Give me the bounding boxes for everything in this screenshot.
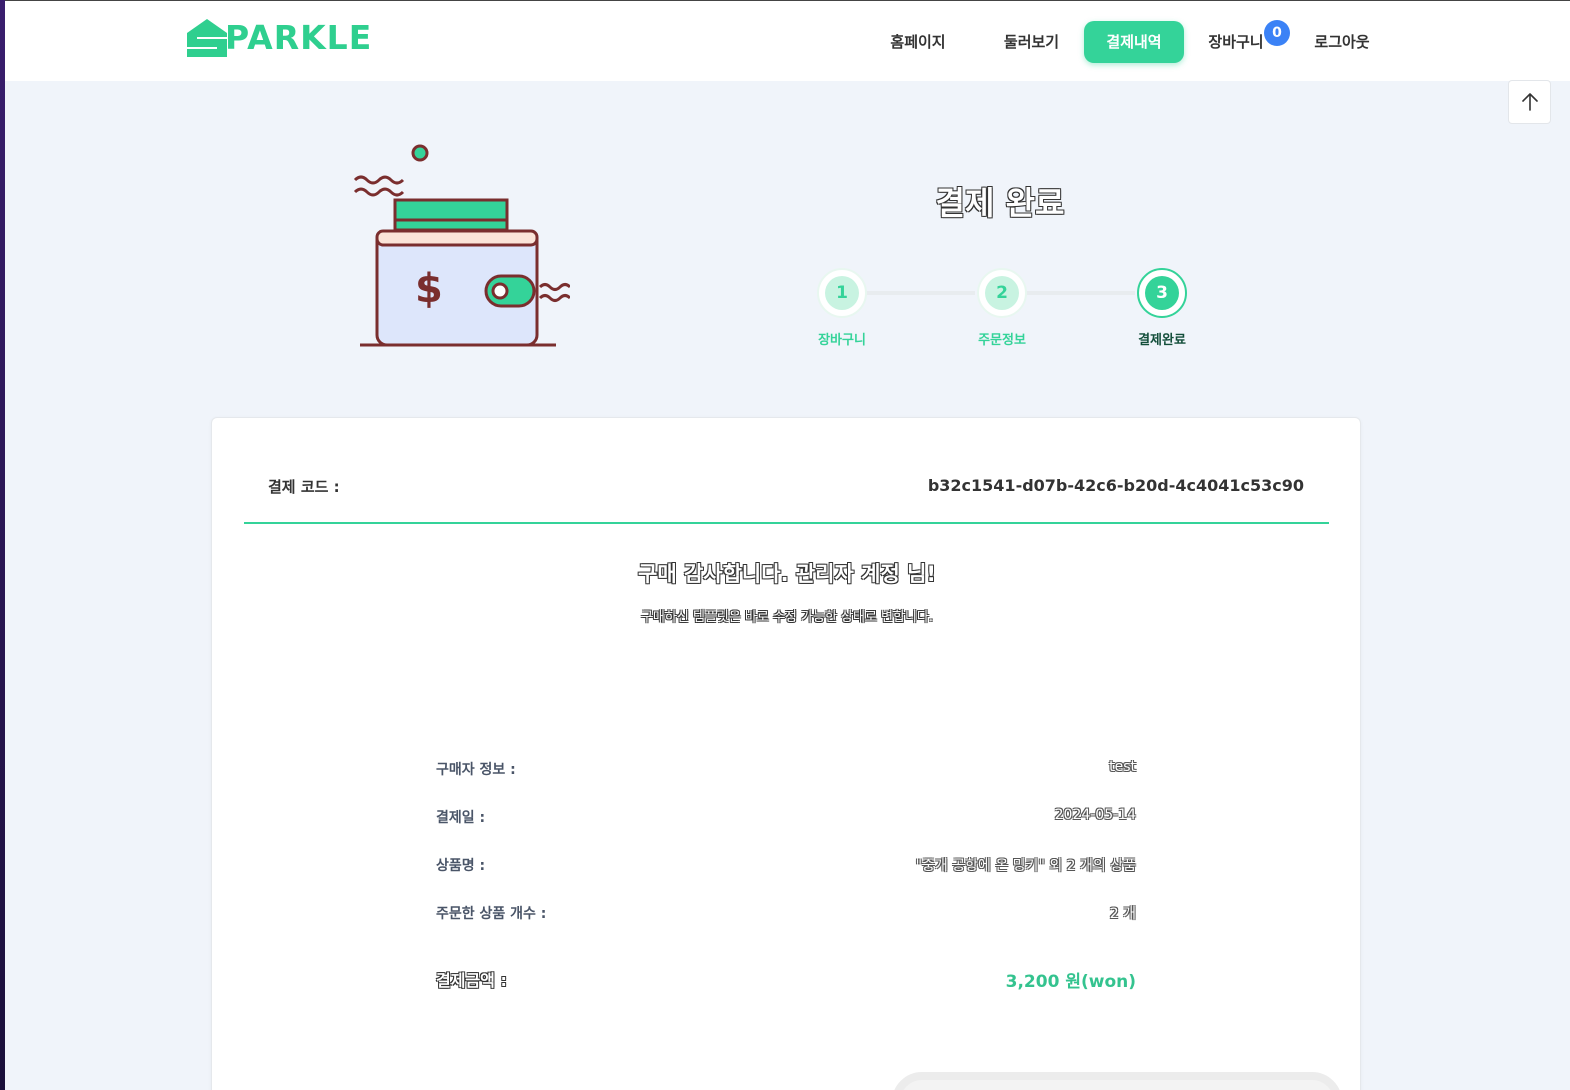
date-label: 결제일 : — [436, 810, 486, 826]
buyer-row: 구매자 정보 : test — [436, 759, 1136, 781]
step-connector — [1025, 291, 1135, 295]
payment-code-value: b32c1541-d07b-42c6-b20d-4c4041c53c90 — [927, 476, 1304, 495]
checkout-stepper: 1 2 3 장바구니 주문정보 결제완료 — [810, 268, 1210, 358]
step-3-circle: 3 — [1137, 268, 1187, 318]
nav-cart[interactable]: 장바구니 — [1201, 21, 1271, 63]
payment-code-label: 결제 코드 : — [268, 478, 340, 496]
count-value: 2 개 — [1109, 906, 1136, 922]
nav-home[interactable]: 홈페이지 — [883, 21, 953, 63]
product-row: 상품명 : "중개 공항에 온 밍키" 외 2 개의 상품 — [436, 855, 1136, 877]
nav-orders[interactable]: 결제내역 — [1084, 21, 1184, 63]
count-label: 주문한 상품 개수 : — [436, 906, 547, 922]
total-row: 결제금액 : 3,200 원(won) — [436, 967, 1136, 993]
order-summary-card: 결제 코드 : b32c1541-d07b-42c6-b20d-4c4041c5… — [211, 417, 1361, 1090]
step-2-label: 주문정보 — [978, 333, 1026, 348]
nav-browse[interactable]: 둘러보기 — [989, 21, 1074, 63]
step-1-circle: 1 — [817, 268, 867, 318]
step-1-label: 장바구니 — [818, 333, 866, 348]
divider — [244, 522, 1329, 524]
top-navbar: PARKLE 홈페이지 둘러보기 결제내역 장바구니 0 로그아웃 — [5, 0, 1570, 81]
total-label: 결제금액 : — [436, 971, 507, 990]
thank-you-heading: 구매 감사합니다. 관리자 계정 님! — [638, 562, 936, 586]
step-2-circle: 2 — [977, 268, 1027, 318]
cart-count-badge: 0 — [1264, 20, 1290, 46]
product-label: 상품명 : — [436, 858, 486, 874]
brand-name: PARKLE — [225, 18, 373, 57]
nav-logout[interactable]: 로그아웃 — [1307, 21, 1377, 63]
date-row: 결제일 : 2024-05-14 — [436, 807, 1136, 829]
step-2-number: 2 — [985, 276, 1019, 310]
window-edge — [0, 0, 5, 1090]
logo-house-s-icon — [187, 19, 227, 57]
buyer-value: test — [1109, 759, 1136, 775]
step-connector — [865, 291, 975, 295]
scroll-top-button[interactable] — [1508, 80, 1551, 124]
brand-logo[interactable]: PARKLE — [185, 17, 372, 59]
dollar-sign: $ — [415, 266, 443, 312]
count-row: 주문한 상품 개수 : 2 개 — [436, 903, 1136, 925]
product-value: "중개 공항에 온 밍키" 외 2 개의 상품 — [915, 858, 1136, 874]
step-3-label: 결제완료 — [1138, 333, 1186, 348]
step-1-number: 1 — [825, 276, 859, 310]
action-button[interactable] — [892, 1072, 1342, 1090]
total-value: 3,200 원(won) — [1005, 972, 1136, 992]
thank-you-subtitle: 구매하신 템플릿은 바로 수정 가능한 상태로 변합니다. — [640, 610, 934, 625]
buyer-label: 구매자 정보 : — [436, 762, 516, 778]
wallet-illustration: $ — [353, 144, 570, 347]
page-title: 결제 완료 — [935, 184, 1065, 222]
step-3-number: 3 — [1145, 276, 1179, 310]
date-value: 2024-05-14 — [1054, 807, 1136, 823]
arrow-up-icon — [1521, 93, 1538, 111]
